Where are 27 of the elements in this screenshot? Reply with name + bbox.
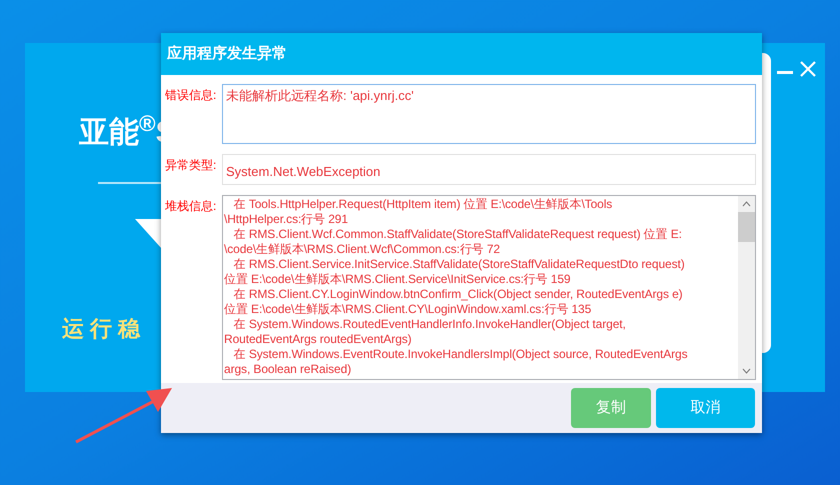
cancel-button[interactable]: 取消 xyxy=(656,388,755,428)
scroll-thumb[interactable] xyxy=(738,212,755,242)
stack-trace-line: 在 RMS.Client.Service.InitService.StaffValidate(StoreStaffValidateRequestDto request) xyxy=(232,257,685,272)
stack-trace-line: 在 RMS.Client.CY.LoginWindow.btnConfirm_Click(Object sender, RoutedEventArgs e) xyxy=(232,287,683,302)
stack-trace-line: 在 System.Windows.RoutedEventHandlerInfo.InvokeHandler(Object target, xyxy=(232,317,626,332)
stack-trace-line: 位置 E:\code\生鲜版本\RMS.Client.Service\InitService.cs:行号 159 xyxy=(224,272,571,287)
field-label: 堆栈信息: xyxy=(164,198,218,215)
exception-type-field[interactable]: System.Net.WebException xyxy=(222,154,756,185)
stack-trace-line: 在 RMS.Client.Wcf.Common.StaffValidate(StoreStaffValidateRequest request) 位置 E: xyxy=(232,227,682,242)
scroll-up-icon[interactable] xyxy=(742,201,751,207)
stack-trace-line: \code\生鲜版本\RMS.Client.Wcf\Common.cs:行号 72 xyxy=(224,242,500,257)
error-message-field[interactable]: 未能解析此远程名称: 'api.ynrj.cc' xyxy=(222,84,756,144)
field-label: 错误信息: xyxy=(164,87,218,104)
stack-trace-field[interactable] xyxy=(222,195,756,380)
stack-trace-line: 位置 E:\code\生鲜版本\RMS.Client.CY\LoginWindow.xaml.cs:行号 135 xyxy=(224,302,592,317)
scrollbar[interactable] xyxy=(738,196,755,379)
dialog-title: 应用程序发生异常 xyxy=(167,44,287,64)
scroll-down-icon[interactable] xyxy=(742,368,751,374)
stack-trace-line: \HttpHelper.cs:行号 291 xyxy=(224,212,348,227)
stack-trace-line: 在 Tools.HttpHelper.Request(HttpItem item) 位置 E:\code\生鲜版本\Tools xyxy=(232,197,612,212)
slogan-text: 运行稳 xyxy=(62,315,146,344)
stack-trace-line: 在 System.Windows.EventRoute.InvokeHandlersImpl(Object source, RoutedEventArgs xyxy=(232,347,688,362)
field-label: 异常类型: xyxy=(164,157,218,174)
stack-trace-line: args, Boolean reRaised) xyxy=(224,362,352,377)
minimize-icon[interactable] xyxy=(777,71,793,75)
stack-trace-line: RoutedEventArgs routedEventArgs) xyxy=(224,332,412,347)
close-icon[interactable] xyxy=(800,61,816,77)
